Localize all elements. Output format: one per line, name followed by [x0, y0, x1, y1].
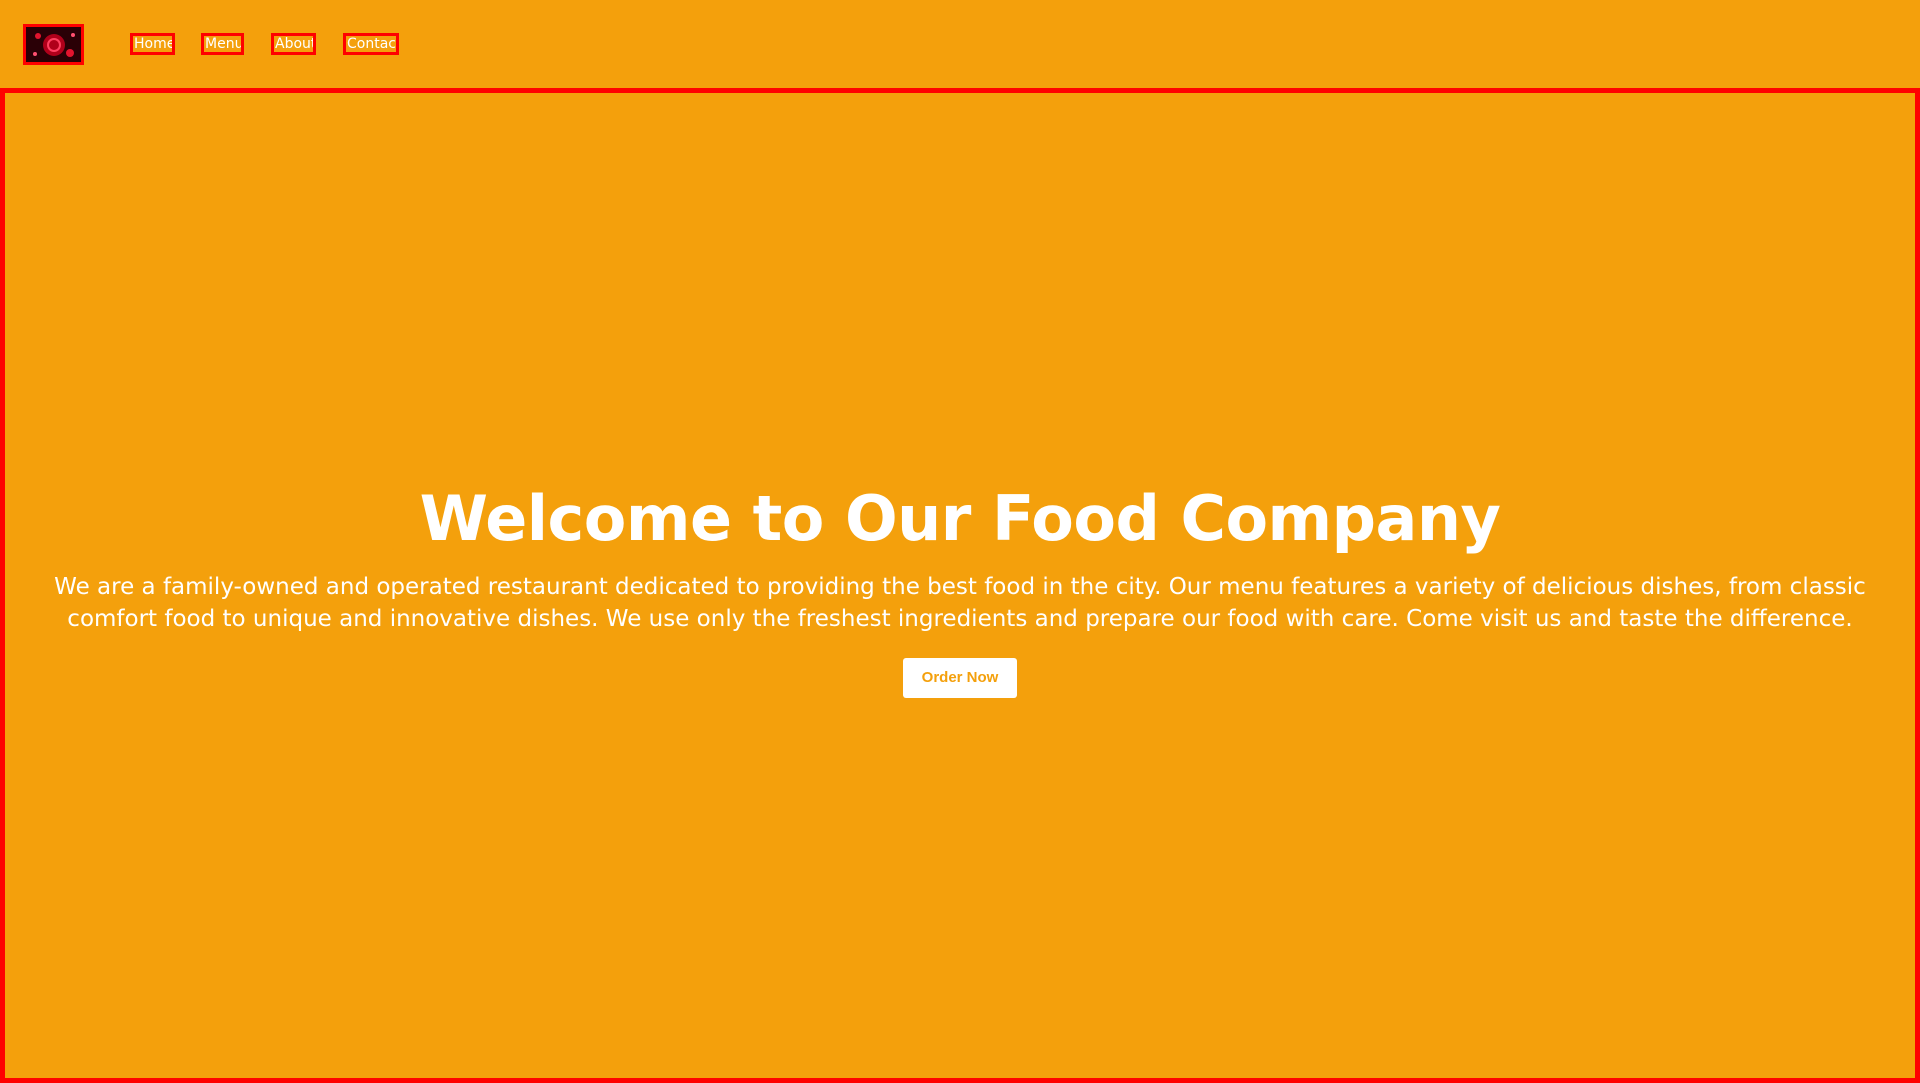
main-nav: Home Menu About Contact: [0, 0, 1920, 90]
nav-link-menu[interactable]: Menu: [201, 33, 244, 55]
hero-title: Welcome to Our Food Company: [419, 482, 1501, 555]
hero-section: Welcome to Our Food Company We are a fam…: [0, 88, 1920, 1083]
site-header: Home Menu About Contact: [0, 0, 1920, 90]
nav-link-contact[interactable]: Contact: [343, 33, 399, 55]
order-now-button[interactable]: Order Now: [903, 658, 1017, 698]
hero-content: Welcome to Our Food Company We are a fam…: [5, 483, 1915, 698]
nav-link-about[interactable]: About: [271, 33, 316, 55]
hero-description: We are a family-owned and operated resta…: [54, 574, 1866, 632]
nav-link-home[interactable]: Home: [130, 33, 175, 55]
